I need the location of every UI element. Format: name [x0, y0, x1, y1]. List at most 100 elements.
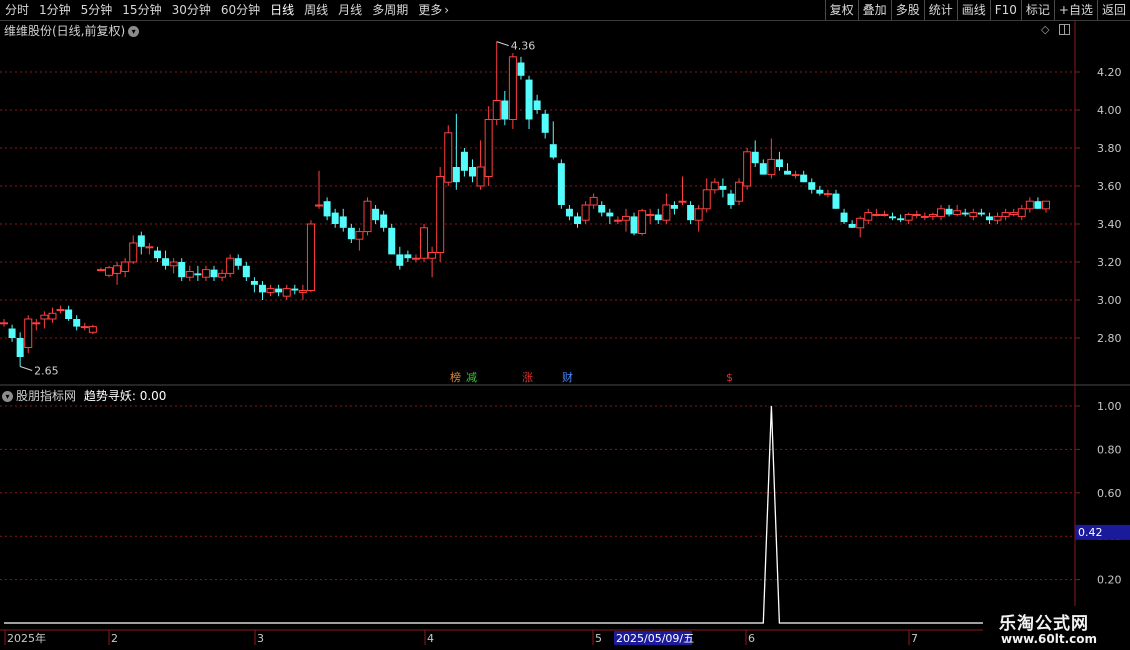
toolbar-button-2[interactable]: 多股: [890, 0, 924, 20]
chevron-down-icon[interactable]: ▾: [2, 391, 13, 402]
candle-body-up: [88, 326, 97, 333]
candle-body-down: [372, 208, 380, 221]
toolbar-button-4[interactable]: 画线: [956, 0, 990, 20]
candle-body-up: [743, 151, 752, 187]
candle-body-down: [775, 159, 783, 167]
toolbar-button-1[interactable]: 叠加: [857, 0, 891, 20]
candle-body-up: [710, 181, 719, 191]
low-pointer: [19, 366, 33, 371]
candle-body-down: [501, 100, 509, 120]
candle-body-down: [606, 212, 614, 217]
tab-8[interactable]: 月线: [333, 0, 367, 20]
watermark-title: 乐淘公式网: [999, 614, 1089, 634]
candle-body-down: [396, 254, 404, 266]
candle-body-up: [298, 290, 307, 293]
tab-4[interactable]: 30分钟: [167, 0, 216, 20]
toolbar-button-5[interactable]: F10: [989, 0, 1021, 20]
candle-body-down: [630, 216, 638, 234]
candle-body-up: [48, 312, 57, 320]
toolbar-button-0[interactable]: 复权: [824, 0, 858, 20]
candle-body-up: [969, 212, 978, 217]
candle-body-down: [670, 205, 678, 209]
candle-body-up: [856, 217, 865, 229]
candle-body-down: [194, 273, 202, 276]
main-panel-title: 维维股份(日线,前复权) ▾: [4, 22, 140, 39]
tab-10[interactable]: 更多: [413, 0, 447, 20]
price-label: 3.00: [1097, 294, 1122, 307]
stock-title: 维维股份(日线,前复权): [4, 24, 126, 38]
candle-body-up: [444, 132, 453, 183]
candle-body-down: [517, 62, 525, 76]
candle-body-down: [574, 216, 582, 224]
high-pointer: [496, 41, 509, 47]
tab-6[interactable]: 日线: [265, 0, 299, 20]
candle-body-down: [533, 100, 541, 110]
chevron-right-icon[interactable]: ›: [444, 3, 449, 17]
candle-body-down: [460, 151, 468, 171]
tab-7[interactable]: 周线: [299, 0, 333, 20]
candle-body-up: [993, 215, 1002, 221]
indicator-line-layer: [4, 405, 1006, 624]
event-marker[interactable]: 财: [562, 370, 573, 384]
tab-9[interactable]: 多周期: [367, 0, 413, 20]
chevron-down-icon[interactable]: ▾: [128, 26, 140, 37]
event-marker[interactable]: $: [726, 371, 733, 384]
candle-body-up: [589, 196, 598, 206]
candle-body-up: [315, 204, 324, 207]
time-label: 6: [748, 632, 755, 645]
candle-body-down: [73, 319, 81, 327]
candle-body-up: [420, 227, 429, 259]
candle-body-up: [282, 288, 291, 297]
candle-body-down: [687, 205, 695, 221]
candle-body-down: [339, 216, 347, 228]
candle-body-up: [40, 314, 49, 320]
tab-2[interactable]: 5分钟: [76, 0, 118, 20]
candle-body-up: [823, 193, 832, 196]
tab-5[interactable]: 60分钟: [216, 0, 265, 20]
candle-body-down: [16, 338, 24, 357]
candle-body-down: [541, 113, 549, 133]
chart-canvas[interactable]: 4.20 4.00 3.80 3.60 3.40 3.20 3.00 2.80 1.00 0.8…: [0, 0, 1130, 650]
event-marker[interactable]: 涨: [522, 371, 533, 384]
candle-body-up: [702, 189, 711, 210]
split-icon[interactable]: [1059, 24, 1070, 35]
candle-body-down: [178, 262, 186, 278]
candle-body-down: [347, 227, 355, 240]
candle-body-up: [953, 210, 962, 215]
toolbar-button-8[interactable]: 返回: [1096, 0, 1130, 20]
candle-body-up: [169, 261, 178, 267]
event-marker[interactable]: 减: [466, 371, 477, 384]
candle-body-down: [800, 174, 808, 183]
candle-body-up: [113, 265, 122, 274]
candles-layer: [0, 41, 1050, 367]
candle-body-down: [323, 201, 331, 217]
candle-body-down: [897, 218, 905, 221]
toolbar-button-6[interactable]: 标记: [1020, 0, 1054, 20]
tab-1[interactable]: 1分钟: [34, 0, 76, 20]
candle-body-up: [1025, 200, 1034, 210]
tab-0[interactable]: 分时: [0, 0, 34, 20]
candle-body-up: [218, 272, 227, 278]
candle-body-up: [80, 326, 89, 329]
tab-3[interactable]: 15分钟: [117, 0, 166, 20]
candle-body-down: [816, 189, 824, 194]
candle-body-up: [306, 223, 315, 291]
candle-body-up: [185, 271, 194, 278]
candle-body-up: [936, 208, 945, 217]
toolbar-button-7[interactable]: +自选: [1053, 0, 1097, 20]
candle-body-up: [428, 252, 437, 259]
candle-body-up: [0, 322, 8, 325]
candle-body-down: [162, 258, 170, 266]
candle-body-up: [129, 242, 138, 263]
toolbar-button-3[interactable]: 统计: [923, 0, 957, 20]
diamond-icon[interactable]: ◇: [1041, 23, 1049, 36]
indicator-axis-label: 1.00: [1097, 400, 1122, 413]
event-marker[interactable]: 榜: [450, 370, 461, 384]
candle-body-up: [105, 267, 114, 276]
candle-body-down: [598, 205, 606, 213]
candle-body-down: [759, 163, 767, 175]
time-axis: 2025年 2 3 4 5 6 7 2025/05/09/五: [0, 629, 1075, 645]
candle-body-up: [880, 214, 889, 216]
watermark-url: www.60lt.com: [1001, 632, 1098, 646]
time-label: 4: [427, 632, 434, 645]
